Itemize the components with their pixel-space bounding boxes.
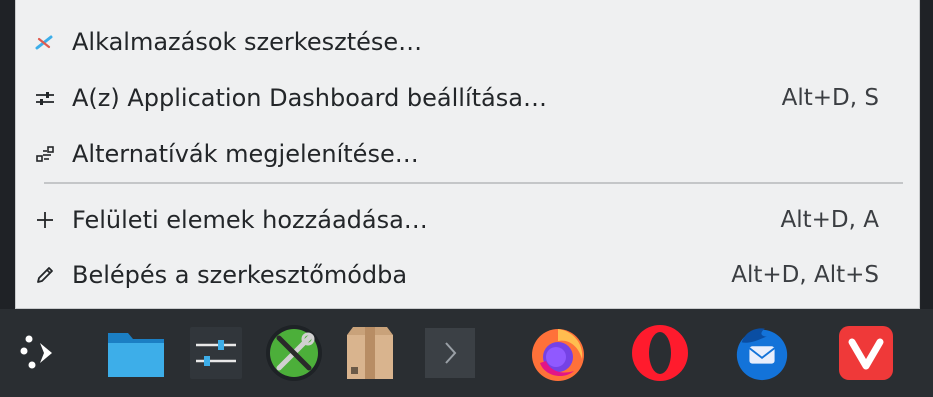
alternatives-icon <box>32 141 58 167</box>
desktop-background-left <box>0 0 16 310</box>
kinfocenter-tools-icon[interactable] <box>264 323 324 383</box>
pencil-icon <box>32 262 58 288</box>
menu-item-shortcut: Alt+D, A <box>780 207 879 233</box>
menu-item-configure-dashboard[interactable]: A(z) Application Dashboard beállítása… A… <box>32 78 879 118</box>
application-launcher-icon[interactable] <box>10 323 70 383</box>
menu-item-shortcut: Alt+D, Alt+S <box>731 262 879 288</box>
vivaldi-icon[interactable] <box>836 323 896 383</box>
file-manager-icon[interactable] <box>106 323 166 383</box>
menu-item-label: Alkalmazások szerkesztése… <box>72 28 423 56</box>
system-settings-icon[interactable] <box>186 323 246 383</box>
menu-item-label: Alternatívák megjelenítése… <box>72 140 419 168</box>
context-menu: Alkalmazások szerkesztése… A(z) Applicat… <box>15 0 920 309</box>
menu-item-enter-edit-mode[interactable]: Belépés a szerkesztőmódba Alt+D, Alt+S <box>32 255 879 295</box>
package-manager-icon[interactable] <box>340 323 400 383</box>
menu-item-label: Belépés a szerkesztőmódba <box>72 261 408 289</box>
menu-separator <box>44 182 903 184</box>
menu-item-show-alternatives[interactable]: Alternatívák megjelenítése… <box>32 134 879 174</box>
menu-item-label: A(z) Application Dashboard beállítása… <box>72 84 547 112</box>
firefox-icon[interactable] <box>528 323 588 383</box>
menu-item-edit-applications[interactable]: Alkalmazások szerkesztése… <box>32 22 879 62</box>
terminal-icon[interactable] <box>420 323 480 383</box>
menu-item-label: Felületi elemek hozzáadása… <box>72 206 428 234</box>
taskbar <box>0 309 933 397</box>
desktop-background-right <box>921 0 933 310</box>
plus-icon <box>32 207 58 233</box>
opera-icon[interactable] <box>630 323 690 383</box>
thunderbird-icon[interactable] <box>732 323 792 383</box>
configure-icon <box>32 85 58 111</box>
menu-item-shortcut: Alt+D, S <box>781 85 879 111</box>
edit-applications-icon <box>32 29 58 55</box>
menu-item-add-widgets[interactable]: Felületi elemek hozzáadása… Alt+D, A <box>32 200 879 240</box>
